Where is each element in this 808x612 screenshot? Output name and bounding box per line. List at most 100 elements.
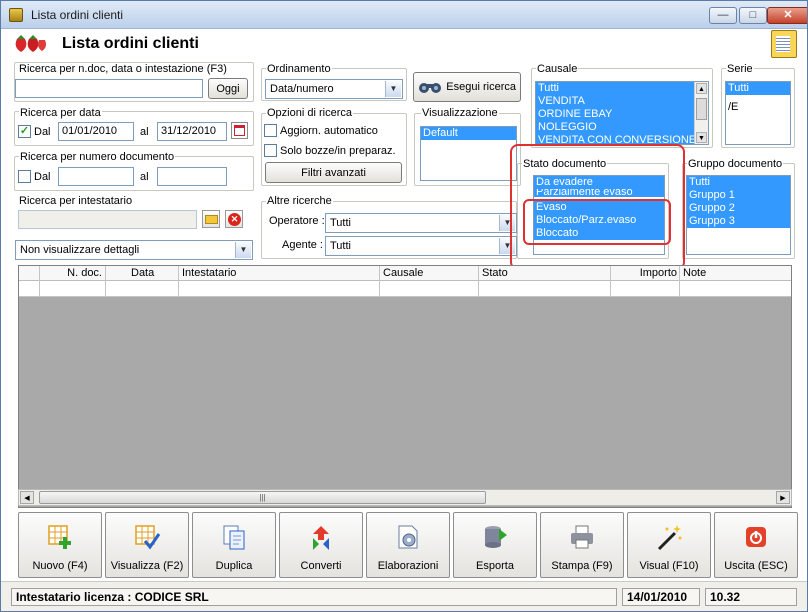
title-bar: Lista ordini clienti — □ ✕ (1, 1, 807, 29)
scroll-up-icon[interactable]: ▲ (696, 83, 707, 94)
scroll-down-icon[interactable]: ▼ (696, 132, 707, 143)
convert-button[interactable]: Converti (279, 512, 363, 578)
grid-col-header[interactable]: Intestatario (179, 266, 380, 281)
display-label: Visualizzazione (421, 107, 499, 119)
search-button[interactable]: Esegui ricerca (413, 72, 521, 102)
page-title: Lista ordini clienti (62, 35, 199, 52)
date-from-input[interactable]: 01/01/2010 (58, 122, 134, 141)
doc-group-item[interactable]: Gruppo 2 (687, 202, 790, 215)
display-list[interactable]: Default (420, 126, 517, 181)
view-button[interactable]: Visualizza (F2) (105, 512, 189, 578)
scroll-right-icon[interactable]: ▶ (776, 491, 790, 504)
orders-grid[interactable]: N. doc. Data Intestatario Causale Stato … (18, 265, 792, 508)
grid-col-header[interactable]: N. doc. (40, 266, 106, 281)
table-row[interactable] (19, 281, 791, 297)
grid-header: N. doc. Data Intestatario Causale Stato … (19, 266, 791, 281)
serie-label: Serie (726, 63, 754, 75)
exit-button[interactable]: Uscita (ESC) (714, 512, 798, 578)
agent-label: Agente : (282, 239, 323, 251)
process-button[interactable]: Elaborazioni (366, 512, 450, 578)
clear-icon[interactable]: ✕ (225, 210, 243, 228)
status-bar: Intestatario licenza : CODICE SRL 14/01/… (1, 581, 807, 611)
number-from-checkbox[interactable] (18, 170, 31, 183)
magic-wand-icon (657, 525, 682, 551)
search-options-label: Opzioni di ricerca (266, 107, 353, 119)
display-item-default[interactable]: Default (421, 127, 516, 140)
grid-col-header[interactable] (19, 266, 40, 281)
grid-col-header[interactable]: Stato (479, 266, 611, 281)
number-from-input[interactable] (58, 167, 134, 186)
duplicate-button[interactable]: Duplica (192, 512, 276, 578)
grid-col-header[interactable]: Note (680, 266, 791, 281)
causale-item[interactable]: NOLEGGIO (536, 121, 708, 134)
date-from-label: Dal (34, 126, 51, 138)
maximize-button[interactable]: □ (739, 7, 767, 24)
grid-col-header[interactable]: Data (106, 266, 179, 281)
close-button[interactable]: ✕ (767, 7, 807, 24)
advanced-filters-button[interactable]: Filtri avanzati (265, 162, 402, 183)
details-combo[interactable]: Non visualizzare dettagli ▼ (15, 240, 253, 260)
search-label: Ricerca per n.doc, data o intestazione (… (19, 63, 227, 75)
search-input[interactable] (15, 79, 203, 98)
highlight-box-inner (523, 199, 671, 245)
number-from-label: Dal (34, 171, 51, 183)
operator-combo[interactable]: Tutti ▼ (325, 213, 517, 233)
agent-combo-value: Tutti (330, 240, 351, 252)
power-icon (746, 527, 766, 547)
doc-group-item[interactable]: Tutti (687, 176, 790, 189)
new-button-label: Nuovo (F4) (32, 560, 88, 572)
chevron-down-icon: ▼ (235, 242, 251, 258)
window-title: Lista ordini clienti (31, 8, 124, 22)
serie-item[interactable]: /E (726, 101, 790, 114)
doc-group-item[interactable]: Gruppo 3 (687, 215, 790, 228)
auto-update-checkbox[interactable] (264, 124, 277, 137)
minimize-button[interactable]: — (709, 7, 737, 24)
convert-arrows-icon (313, 526, 329, 550)
license-status: Intestatario licenza : CODICE SRL (11, 588, 617, 606)
scroll-thumb[interactable] (696, 98, 707, 120)
page-header: Lista ordini clienti (1, 29, 807, 59)
number-to-input[interactable] (157, 167, 227, 186)
agent-combo[interactable]: Tutti ▼ (325, 236, 517, 256)
other-search-label: Altre ricerche (266, 195, 333, 207)
auto-update-label: Aggiorn. automatico (280, 125, 378, 137)
doc-group-list[interactable]: Tutti Gruppo 1 Gruppo 2 Gruppo 3 (686, 175, 791, 255)
causale-item[interactable]: VENDITA (536, 95, 708, 108)
process-gears-icon (398, 525, 418, 549)
serie-list[interactable]: Tutti /E (725, 81, 791, 145)
app-icon (9, 8, 23, 22)
serie-item[interactable]: Tutti (726, 82, 790, 95)
grid-horizontal-scrollbar[interactable]: ◀ ||| ▶ (18, 489, 792, 506)
drafts-only-checkbox[interactable] (264, 144, 277, 157)
ordering-label: Ordinamento (266, 63, 332, 75)
grid-col-header[interactable]: Causale (380, 266, 479, 281)
convert-button-label: Converti (300, 560, 342, 572)
operator-label: Operatore : (269, 215, 325, 227)
time-status: 10.32 (705, 588, 797, 606)
scroll-thumb[interactable]: ||| (39, 491, 486, 504)
causale-list[interactable]: Tutti VENDITA ORDINE EBAY NOLEGGIO VENDI… (535, 81, 709, 145)
doc-group-item[interactable]: Gruppo 1 (687, 189, 790, 202)
causale-scrollbar[interactable]: ▲ ▼ (694, 82, 708, 144)
causale-item[interactable]: Tutti (536, 82, 708, 95)
holder-input[interactable] (18, 210, 197, 229)
duplicate-button-label: Duplica (215, 560, 253, 572)
date-from-checkbox[interactable]: ✓ (18, 125, 31, 138)
grid-col-header[interactable]: Importo (611, 266, 680, 281)
duplicate-icon (223, 525, 245, 550)
causale-label: Causale (536, 63, 579, 75)
exit-button-label: Uscita (ESC) (724, 560, 788, 572)
calendar-icon[interactable] (231, 122, 248, 139)
visual-button[interactable]: Visual (F10) (627, 512, 711, 578)
today-button[interactable]: Oggi (208, 78, 248, 99)
date-to-input[interactable]: 31/12/2010 (157, 122, 227, 141)
causale-item[interactable]: ORDINE EBAY (536, 108, 708, 121)
folder-icon[interactable] (202, 210, 220, 228)
ordering-combo[interactable]: Data/numero ▼ (265, 79, 403, 99)
visual-button-label: Visual (F10) (639, 560, 699, 572)
new-button[interactable]: Nuovo (F4) (18, 512, 102, 578)
export-button-label: Esporta (476, 560, 514, 572)
scroll-left-icon[interactable]: ◀ (20, 491, 34, 504)
export-button[interactable]: Esporta (453, 512, 537, 578)
print-button[interactable]: Stampa (F9) (540, 512, 624, 578)
